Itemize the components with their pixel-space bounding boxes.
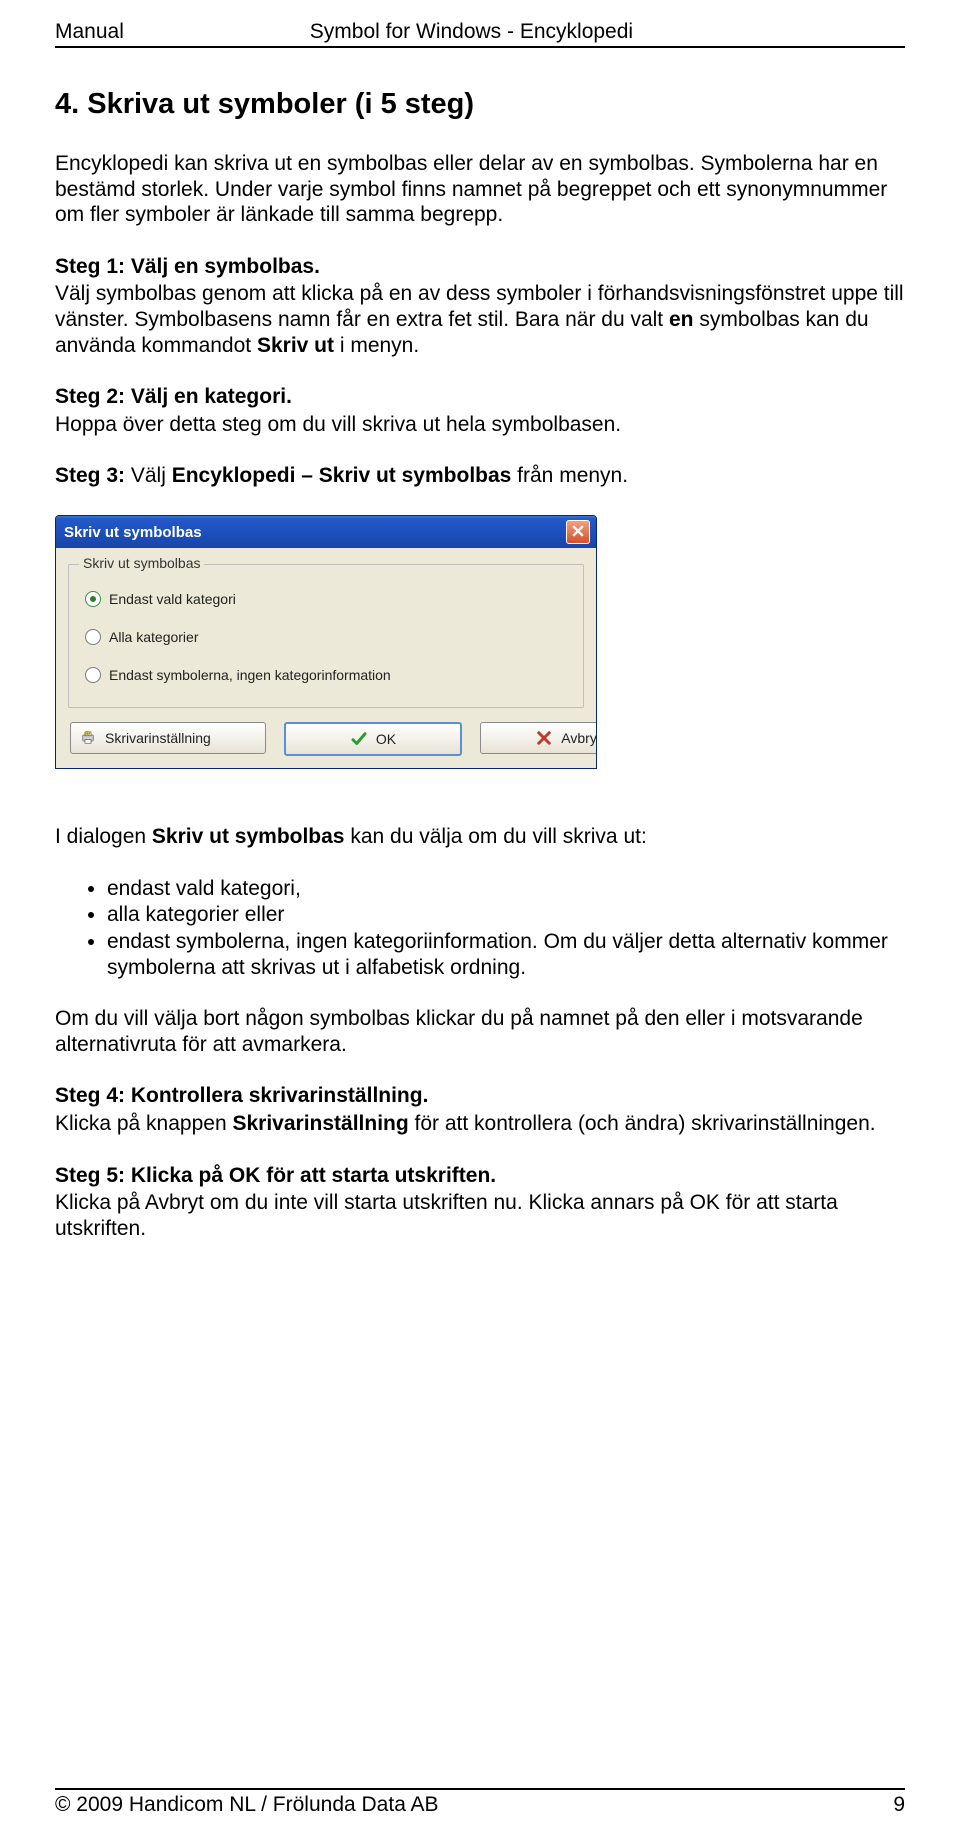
text: från menyn. [511,464,628,487]
step5-text: Klicka på Avbryt om du inte vill starta … [55,1190,905,1241]
radio-option-selected-category[interactable]: Endast vald kategori [85,591,569,607]
radio-option-all-categories[interactable]: Alla kategorier [85,629,569,645]
dialog-body: Skriv ut symbolbas Endast vald kategori … [56,548,596,768]
text-bold: Encyklopedi – Skriv ut symbolbas [172,464,512,487]
step2-heading: Steg 2: Välj en kategori. [55,384,905,410]
text-bold: Skriv ut [257,334,334,357]
list-item: endast vald kategori, [107,876,905,902]
step2-text: Hoppa över detta steg om du vill skriva … [55,412,905,438]
options-list: endast vald kategori, alla kategorier el… [107,876,905,980]
dialog-groupbox: Skriv ut symbolbas Endast vald kategori … [68,564,584,708]
page-header: Manual Symbol for Windows - Encyklopedi [55,20,905,48]
section-title: 4. Skriva ut symboler (i 5 steg) [55,88,905,121]
x-icon [535,729,553,747]
text: Klicka på knappen [55,1112,232,1135]
radio-label: Alla kategorier [109,629,199,645]
list-item: endast symbolerna, ingen kategoriinforma… [107,929,905,980]
step4-text: Klicka på knappen Skrivarinställning för… [55,1111,905,1137]
text-bold: Steg 3: [55,464,131,487]
dialog-button-row: Skrivarinställning OK Avbryt [68,722,584,756]
close-icon [572,524,584,541]
header-left: Manual [55,20,124,44]
radio-label: Endast symbolerna, ingen kategorinformat… [109,667,391,683]
print-dialog: Skriv ut symbolbas Skriv ut symbolbas En… [55,515,597,769]
text-bold: Skriv ut symbolbas [152,825,345,848]
text: för att kontrollera (och ändra) skrivari… [409,1112,876,1135]
text-bold: en [669,308,694,331]
radio-icon [85,629,101,645]
footer-page-number: 9 [893,1793,905,1817]
step5-heading: Steg 5: Klicka på OK för att starta utsk… [55,1163,905,1189]
button-label: Avbryt [561,730,597,746]
text: kan du välja om du vill skriva ut: [345,825,647,848]
text: I dialogen [55,825,152,848]
text-bold: Skrivarinställning [232,1112,408,1135]
radio-icon [85,667,101,683]
dialog-titlebar[interactable]: Skriv ut symbolbas [56,516,596,548]
radio-icon [85,591,101,607]
text: i menyn. [334,334,419,357]
deselect-paragraph: Om du vill välja bort någon symbolbas kl… [55,1006,905,1057]
ok-button[interactable]: OK [284,722,462,756]
header-center: Symbol for Windows - Encyklopedi [310,20,633,44]
step1-text: Välj symbolbas genom att klicka på en av… [55,281,905,358]
cancel-button[interactable]: Avbryt [480,722,597,754]
header-spacer [819,20,905,44]
close-button[interactable] [566,520,590,544]
printer-settings-button[interactable]: Skrivarinställning [70,722,266,754]
step3-text: Steg 3: Välj Encyklopedi – Skriv ut symb… [55,463,905,489]
printer-icon [79,729,97,747]
radio-option-symbols-only[interactable]: Endast symbolerna, ingen kategorinformat… [85,667,569,683]
button-label: OK [376,731,396,747]
text: Välj [131,464,172,487]
footer-left: © 2009 Handicom NL / Frölunda Data AB [55,1793,439,1817]
list-item: alla kategorier eller [107,902,905,928]
button-label: Skrivarinställning [105,730,211,746]
groupbox-legend: Skriv ut symbolbas [79,555,204,571]
radio-label: Endast vald kategori [109,591,236,607]
page-footer: © 2009 Handicom NL / Frölunda Data AB 9 [55,1788,905,1817]
step1-heading: Steg 1: Välj en symbolbas. [55,254,905,280]
after-dialog-intro: I dialogen Skriv ut symbolbas kan du väl… [55,824,905,850]
step4-heading: Steg 4: Kontrollera skrivarinställning. [55,1083,905,1109]
dialog-title: Skriv ut symbolbas [64,524,202,541]
intro-paragraph: Encyklopedi kan skriva ut en symbolbas e… [55,151,905,228]
check-icon [350,730,368,748]
